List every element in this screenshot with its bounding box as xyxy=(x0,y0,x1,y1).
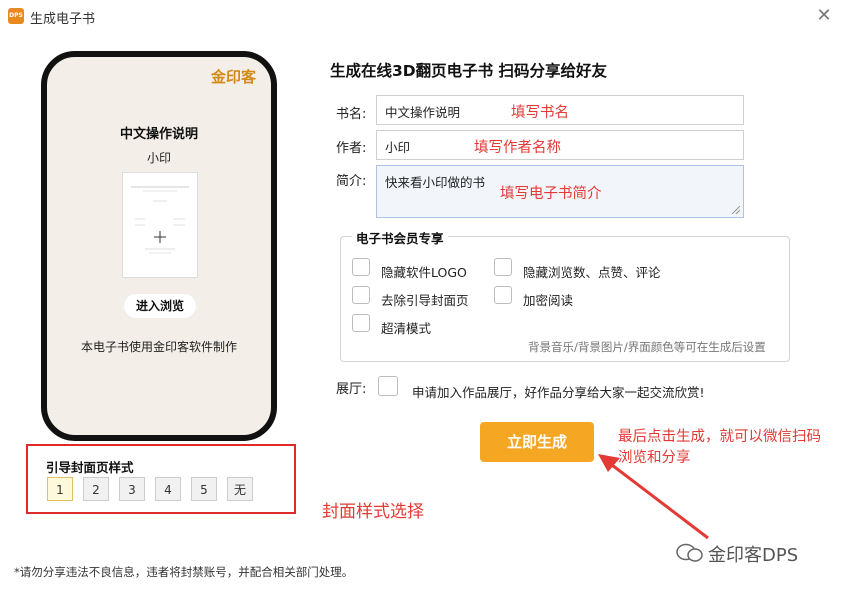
annotation-arrow-icon xyxy=(598,454,709,540)
author-hint: 填写作者名称 xyxy=(474,140,561,156)
app-icon: DPS xyxy=(8,8,24,24)
cover-style-option-5[interactable]: 5 xyxy=(191,477,217,501)
cover-style-label: 引导封面页样式 xyxy=(46,460,134,475)
document-thumbnail-graphic xyxy=(131,186,189,254)
resize-grip-icon[interactable] xyxy=(732,206,740,214)
encrypt-reading-checkbox[interactable] xyxy=(494,286,512,304)
hide-logo-checkbox[interactable] xyxy=(352,258,370,276)
name-hint: 填写书名 xyxy=(511,105,569,121)
member-section-title: 电子书会员专享 xyxy=(352,228,448,247)
close-icon[interactable]: ✕ xyxy=(812,4,836,28)
preview-book-title: 中文操作说明 xyxy=(119,127,198,142)
member-note: 背景音乐/背景图片/界面颜色等可在生成后设置 xyxy=(528,340,766,354)
generate-button[interactable]: 立即生成 xyxy=(480,422,594,462)
intro-hint: 填写电子书简介 xyxy=(500,186,602,202)
window-title: 生成电子书 xyxy=(30,12,96,27)
cover-style-annotation: 封面样式选择 xyxy=(322,502,424,522)
hide-stats-label: 隐藏浏览数、点赞、评论 xyxy=(523,265,661,280)
remove-cover-checkbox[interactable] xyxy=(352,286,370,304)
remove-cover-label: 去除引导封面页 xyxy=(381,293,469,308)
footer-disclaimer: *请勿分享违法不良信息，违者将封禁账号，并配合相关部门处理。 xyxy=(14,565,354,579)
intro-label: 简介: xyxy=(336,174,367,189)
cover-style-option-4[interactable]: 4 xyxy=(155,477,181,501)
gallery-label: 展厅: xyxy=(336,382,367,397)
author-input-value: 小印 xyxy=(385,140,411,155)
cover-style-option-1[interactable]: 1 xyxy=(47,477,73,501)
cover-style-option-3[interactable]: 3 xyxy=(119,477,145,501)
watermark-text: 金印客DPS xyxy=(708,545,799,566)
name-input-value: 中文操作说明 xyxy=(385,105,461,120)
author-label: 作者: xyxy=(336,141,367,156)
wechat-icon xyxy=(676,543,703,562)
gallery-checkbox[interactable] xyxy=(378,376,398,396)
hd-mode-checkbox[interactable] xyxy=(352,314,370,332)
hide-stats-checkbox[interactable] xyxy=(494,258,512,276)
hd-mode-label: 超清模式 xyxy=(381,321,432,336)
brand-logo: 金印客 xyxy=(211,68,257,86)
preview-book-author: 小印 xyxy=(146,151,171,165)
cover-style-option-none[interactable]: 无 xyxy=(227,477,253,501)
intro-textarea-value: 快来看小印做的书 xyxy=(385,175,486,190)
form-heading: 生成在线3D翻页电子书 扫码分享给好友 xyxy=(330,62,608,80)
hide-logo-label: 隐藏软件LOGO xyxy=(381,265,467,280)
document-thumbnail xyxy=(122,172,198,278)
title-bar: DPS 生成电子书 ✕ xyxy=(0,0,841,34)
encrypt-reading-label: 加密阅读 xyxy=(523,293,574,308)
cover-style-option-2[interactable]: 2 xyxy=(83,477,109,501)
enter-browse-button[interactable]: 进入浏览 xyxy=(124,294,196,318)
made-with-text: 本电子书使用金印客软件制作 xyxy=(80,340,237,354)
gallery-text: 申请加入作品展厅，好作品分享给大家一起交流欣赏! xyxy=(412,385,705,400)
name-label: 书名: xyxy=(336,107,367,122)
